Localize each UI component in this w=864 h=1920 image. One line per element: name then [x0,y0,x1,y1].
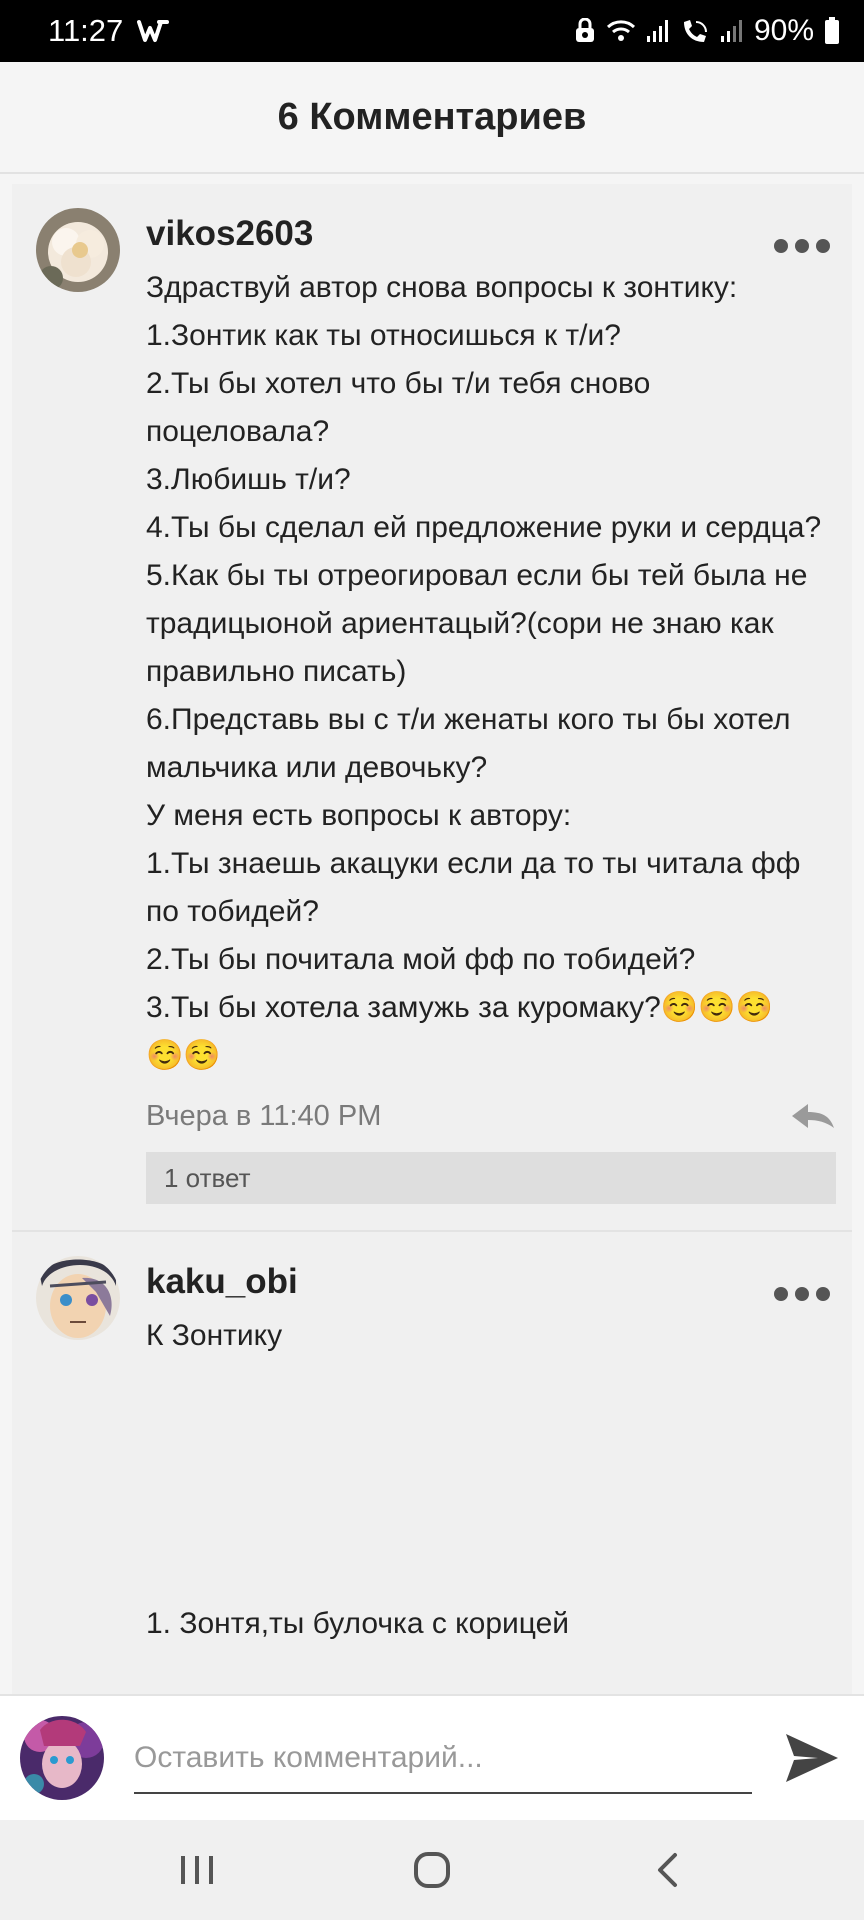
home-icon[interactable] [402,1840,462,1900]
status-bar: 11:27 90% [0,0,864,62]
comment-text: К Зонтику 1. Зонтя,ты булочка с корицей [146,1319,570,1640]
more-options-button[interactable] [774,1282,830,1306]
comment-username[interactable]: vikos2603 [146,208,836,260]
wifi-icon [606,18,636,44]
recent-apps-icon[interactable] [167,1840,227,1900]
status-time: 11:27 [48,13,124,48]
comment-username[interactable]: kaku_obi [146,1256,836,1308]
comment-composer [0,1694,864,1820]
signal-2-icon [720,18,744,44]
vpn-icon [574,18,596,44]
wattpad-logo-icon [137,18,170,44]
comment-text: Здраствуй автор снова вопросы к зонтику:… [146,271,822,1072]
back-icon[interactable] [637,1840,697,1900]
comment-item: kaku_obi К Зонтику 1. Зонтя,ты булочка с… [12,1230,852,1674]
reply-icon[interactable] [790,1102,836,1130]
comment-item: vikos2603 Здраствуй автор снова вопросы … [12,184,852,1230]
send-icon[interactable] [782,1728,842,1788]
comment-timestamp: Вчера в 11:40 PM [146,1099,382,1132]
page-title: 6 Комментариев [277,95,587,138]
wifi-calling-icon [680,18,710,44]
comments-list[interactable]: vikos2603 Здраствуй автор снова вопросы … [12,184,852,1694]
comment-input[interactable] [134,1724,752,1794]
battery-percent: 90% [753,14,814,47]
anime-character-avatar[interactable] [36,1256,120,1340]
comments-header: 6 Комментариев [0,62,864,174]
more-options-button[interactable] [774,234,830,258]
rose-avatar[interactable] [36,208,120,292]
signal-icon [646,18,670,44]
system-nav-bar [0,1820,864,1920]
replies-count-button[interactable]: 1 ответ [146,1152,836,1204]
battery-icon [824,17,840,45]
current-user-avatar[interactable] [20,1716,104,1800]
